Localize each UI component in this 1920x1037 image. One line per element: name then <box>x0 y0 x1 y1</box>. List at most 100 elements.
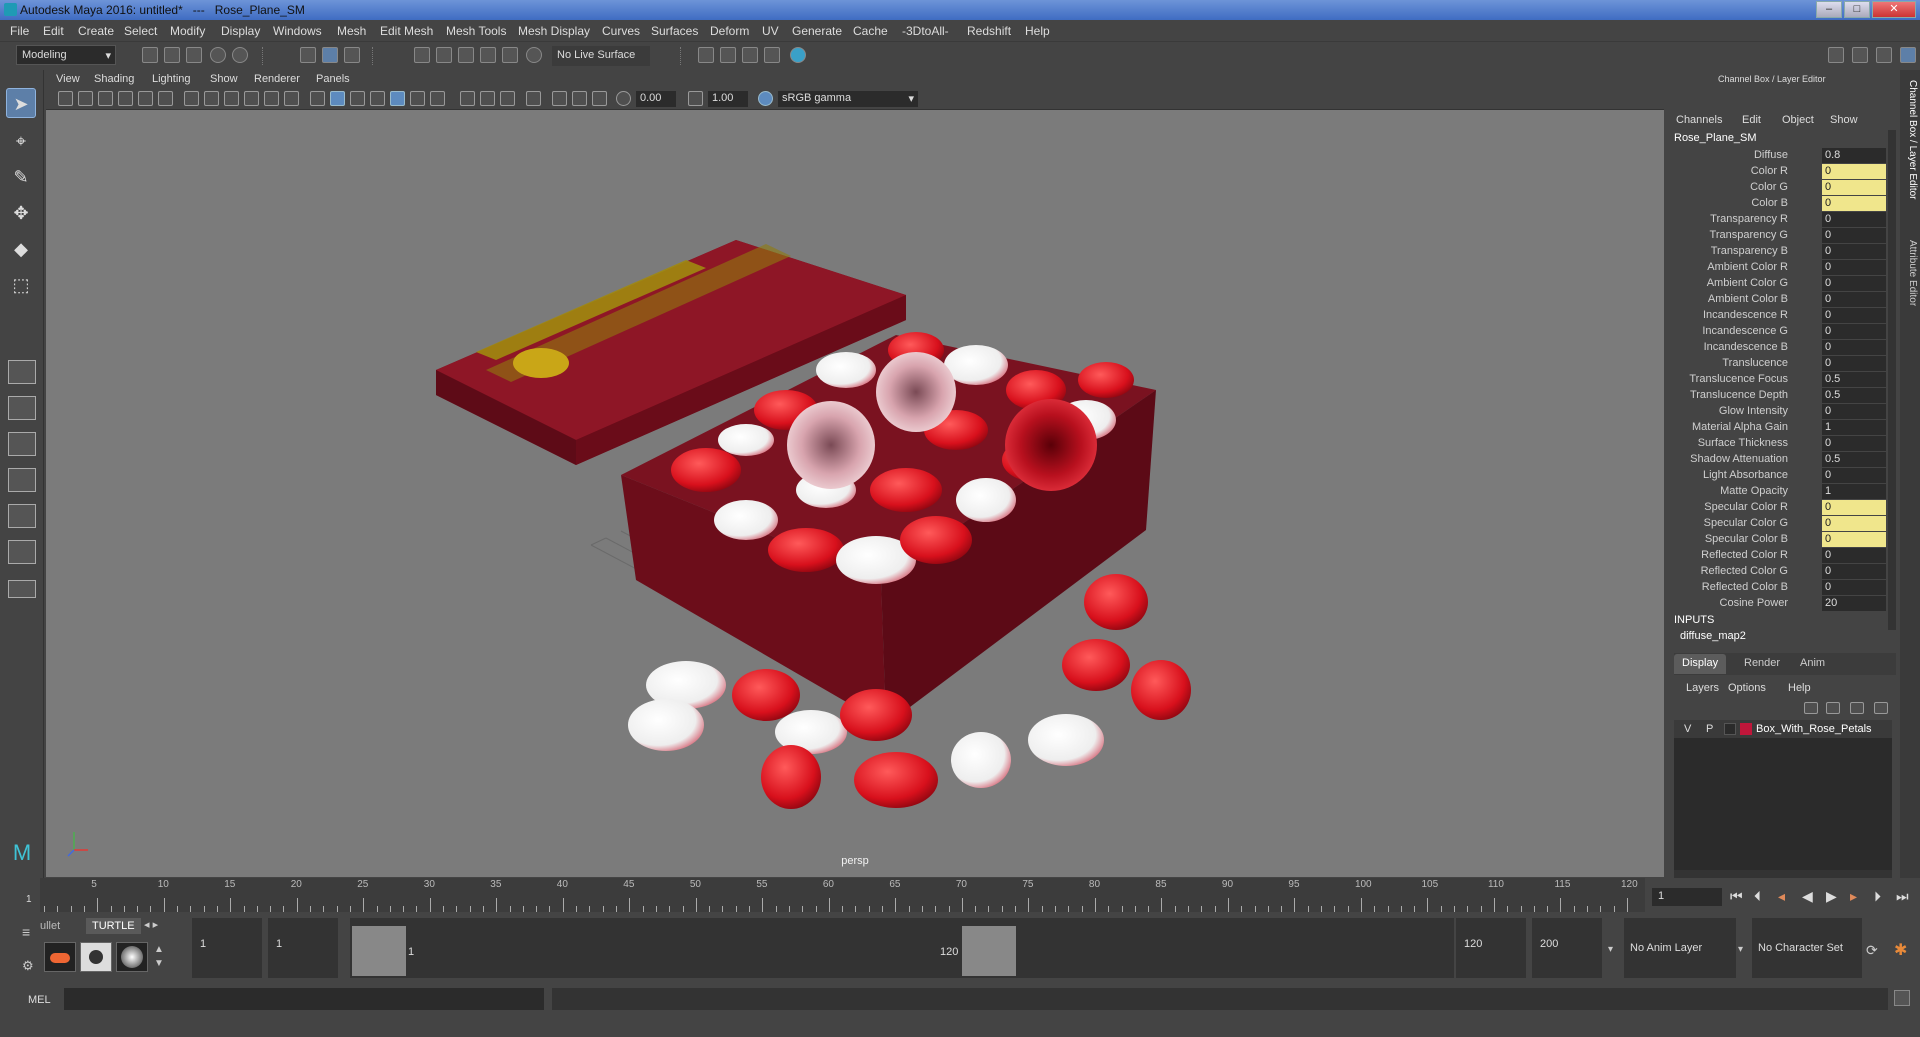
film-gate-icon[interactable] <box>204 91 219 106</box>
single-pane-layout-icon[interactable] <box>8 360 36 384</box>
render-view-icon[interactable] <box>698 47 714 63</box>
panel-menu-view[interactable]: View <box>56 73 80 85</box>
auto-key-icon[interactable]: ⟳ <box>1866 942 1878 959</box>
tab-display[interactable]: Display <box>1674 654 1727 674</box>
new-scene-icon[interactable] <box>142 47 158 63</box>
tab-channel-box[interactable]: Channel Box / Layer Editor <box>1902 80 1918 200</box>
attribute-row[interactable]: Diffuse 0.8 <box>1670 148 1886 164</box>
range-end-handle[interactable] <box>962 926 1016 976</box>
play-forward-icon[interactable]: ▶ <box>1826 888 1837 905</box>
attribute-value[interactable]: 0.5 <box>1822 388 1886 403</box>
attribute-row[interactable]: Ambient Color R 0 <box>1670 260 1886 276</box>
hypershade-icon[interactable] <box>790 47 806 63</box>
open-scene-icon[interactable] <box>164 47 180 63</box>
shelf-scroll-icon[interactable]: ◂ ▸ <box>144 918 158 931</box>
attribute-value[interactable]: 0 <box>1822 532 1886 547</box>
gamma-field[interactable]: 1.00 <box>708 91 748 107</box>
input-node[interactable]: diffuse_map2 <box>1680 630 1746 642</box>
attribute-value[interactable]: 0.8 <box>1822 148 1886 163</box>
attribute-row[interactable]: Shadow Attenuation 0.5 <box>1670 452 1886 468</box>
menu-edit-mesh[interactable]: Edit Mesh <box>380 24 433 38</box>
current-frame-field[interactable]: 1 <box>1652 888 1722 906</box>
chevron-down-icon[interactable]: ▾ <box>1608 944 1613 955</box>
attribute-row[interactable]: Ambient Color G 0 <box>1670 276 1886 292</box>
attribute-value[interactable]: 0 <box>1822 260 1886 275</box>
live-surface-field[interactable]: No Live Surface <box>552 46 650 66</box>
step-forward-frame-icon[interactable]: ▸ <box>1850 888 1857 905</box>
exposure-field[interactable]: 0.00 <box>636 91 676 107</box>
layer-name[interactable]: Box_With_Rose_Petals <box>1756 723 1872 735</box>
menu-mesh-display[interactable]: Mesh Display <box>518 24 590 38</box>
layer-playback-toggle[interactable]: P <box>1706 723 1713 735</box>
xray-icon[interactable] <box>370 91 385 106</box>
shelf-menu-icon[interactable]: ≡ <box>22 924 30 940</box>
attribute-row[interactable]: Transparency G 0 <box>1670 228 1886 244</box>
menu-generate[interactable]: Generate <box>792 24 842 38</box>
attribute-name[interactable]: Ambient Color B <box>1708 293 1788 305</box>
paint-select-tool-icon[interactable]: ✎ <box>6 162 36 192</box>
attribute-row[interactable]: Translucence Depth 0.5 <box>1670 388 1886 404</box>
bookmark-icon[interactable] <box>98 91 113 106</box>
playback-start-field[interactable]: 1 <box>268 918 338 978</box>
snap-grid-icon[interactable] <box>414 47 430 63</box>
options-menu[interactable]: Options <box>1728 682 1766 694</box>
attribute-row[interactable]: Specular Color B 0 <box>1670 532 1886 548</box>
lights-icon[interactable] <box>410 91 425 106</box>
attribute-value[interactable]: 0 <box>1822 308 1886 323</box>
script-editor-icon[interactable] <box>1894 990 1910 1006</box>
motion-blur-icon[interactable] <box>480 91 495 106</box>
attribute-row[interactable]: Reflected Color B 0 <box>1670 580 1886 596</box>
field-chart-icon[interactable] <box>264 91 279 106</box>
select-tool-icon[interactable]: ➤ <box>6 88 36 118</box>
attribute-row[interactable]: Translucence 0 <box>1670 356 1886 372</box>
attribute-row[interactable]: Material Alpha Gain 1 <box>1670 420 1886 436</box>
ipr-render-icon[interactable] <box>742 47 758 63</box>
attribute-name[interactable]: Ambient Color G <box>1707 277 1788 289</box>
attribute-name[interactable]: Transparency B <box>1711 245 1788 257</box>
attribute-row[interactable]: Incandescence R 0 <box>1670 308 1886 324</box>
attribute-value[interactable]: 0 <box>1822 228 1886 243</box>
attribute-value[interactable]: 0 <box>1822 580 1886 595</box>
attribute-name[interactable]: Translucence Focus <box>1689 373 1788 385</box>
attribute-value[interactable]: 0 <box>1822 468 1886 483</box>
attribute-value[interactable]: 0 <box>1822 436 1886 451</box>
xray-components-icon[interactable] <box>572 91 587 106</box>
time-ruler[interactable]: 5 10 15 20 25 30 35 40 45 50 55 60 65 70 75 80 85 90 95 100… <box>40 878 1645 912</box>
attribute-name[interactable]: Translucence Depth <box>1690 389 1788 401</box>
attribute-name[interactable]: Glow Intensity <box>1719 405 1788 417</box>
exposure-icon[interactable] <box>616 91 631 106</box>
isolate-select-icon[interactable] <box>526 91 541 106</box>
minimize-button[interactable]: – <box>1816 1 1842 18</box>
redo-icon[interactable] <box>232 47 248 63</box>
resolution-gate-icon[interactable] <box>224 91 239 106</box>
grease-pencil-icon[interactable] <box>158 91 173 106</box>
turtle-bake-icon[interactable] <box>80 942 112 972</box>
render-current-frame-icon[interactable] <box>720 47 736 63</box>
textured-icon[interactable] <box>390 91 405 106</box>
play-backward-icon[interactable]: ◀ <box>1802 888 1813 905</box>
shelf-settings-icon[interactable]: ⚙ <box>22 958 34 974</box>
backface-culling-icon[interactable] <box>592 91 607 106</box>
step-back-key-icon[interactable]: ⏴ <box>1754 888 1761 905</box>
attribute-row[interactable]: Incandescence G 0 <box>1670 324 1886 340</box>
attribute-value[interactable]: 1 <box>1822 484 1886 499</box>
attribute-value[interactable]: 0 <box>1822 324 1886 339</box>
menu-mesh[interactable]: Mesh <box>337 24 366 38</box>
attribute-row[interactable]: Translucence Focus 0.5 <box>1670 372 1886 388</box>
mode-dropdown[interactable]: Modeling ▾ <box>16 45 116 65</box>
range-start-handle[interactable] <box>352 926 406 976</box>
snap-live-icon[interactable] <box>502 47 518 63</box>
menu-curves[interactable]: Curves <box>602 24 640 38</box>
attribute-name[interactable]: Reflected Color G <box>1701 565 1788 577</box>
panel-menu-show[interactable]: Show <box>210 73 238 85</box>
camera-attributes-icon[interactable] <box>78 91 93 106</box>
scene-end-field[interactable]: 200 <box>1532 918 1602 978</box>
attribute-value[interactable]: 1 <box>1822 420 1886 435</box>
layer-color-swatch[interactable] <box>1740 723 1752 735</box>
close-button[interactable]: ✕ <box>1872 1 1916 18</box>
attribute-name[interactable]: Translucence <box>1722 357 1788 369</box>
select-by-object-icon[interactable] <box>322 47 338 63</box>
character-set-dropdown[interactable]: No Character Set <box>1752 918 1862 978</box>
attribute-name[interactable]: Light Absorbance <box>1703 469 1788 481</box>
attribute-value[interactable]: 0 <box>1822 340 1886 355</box>
